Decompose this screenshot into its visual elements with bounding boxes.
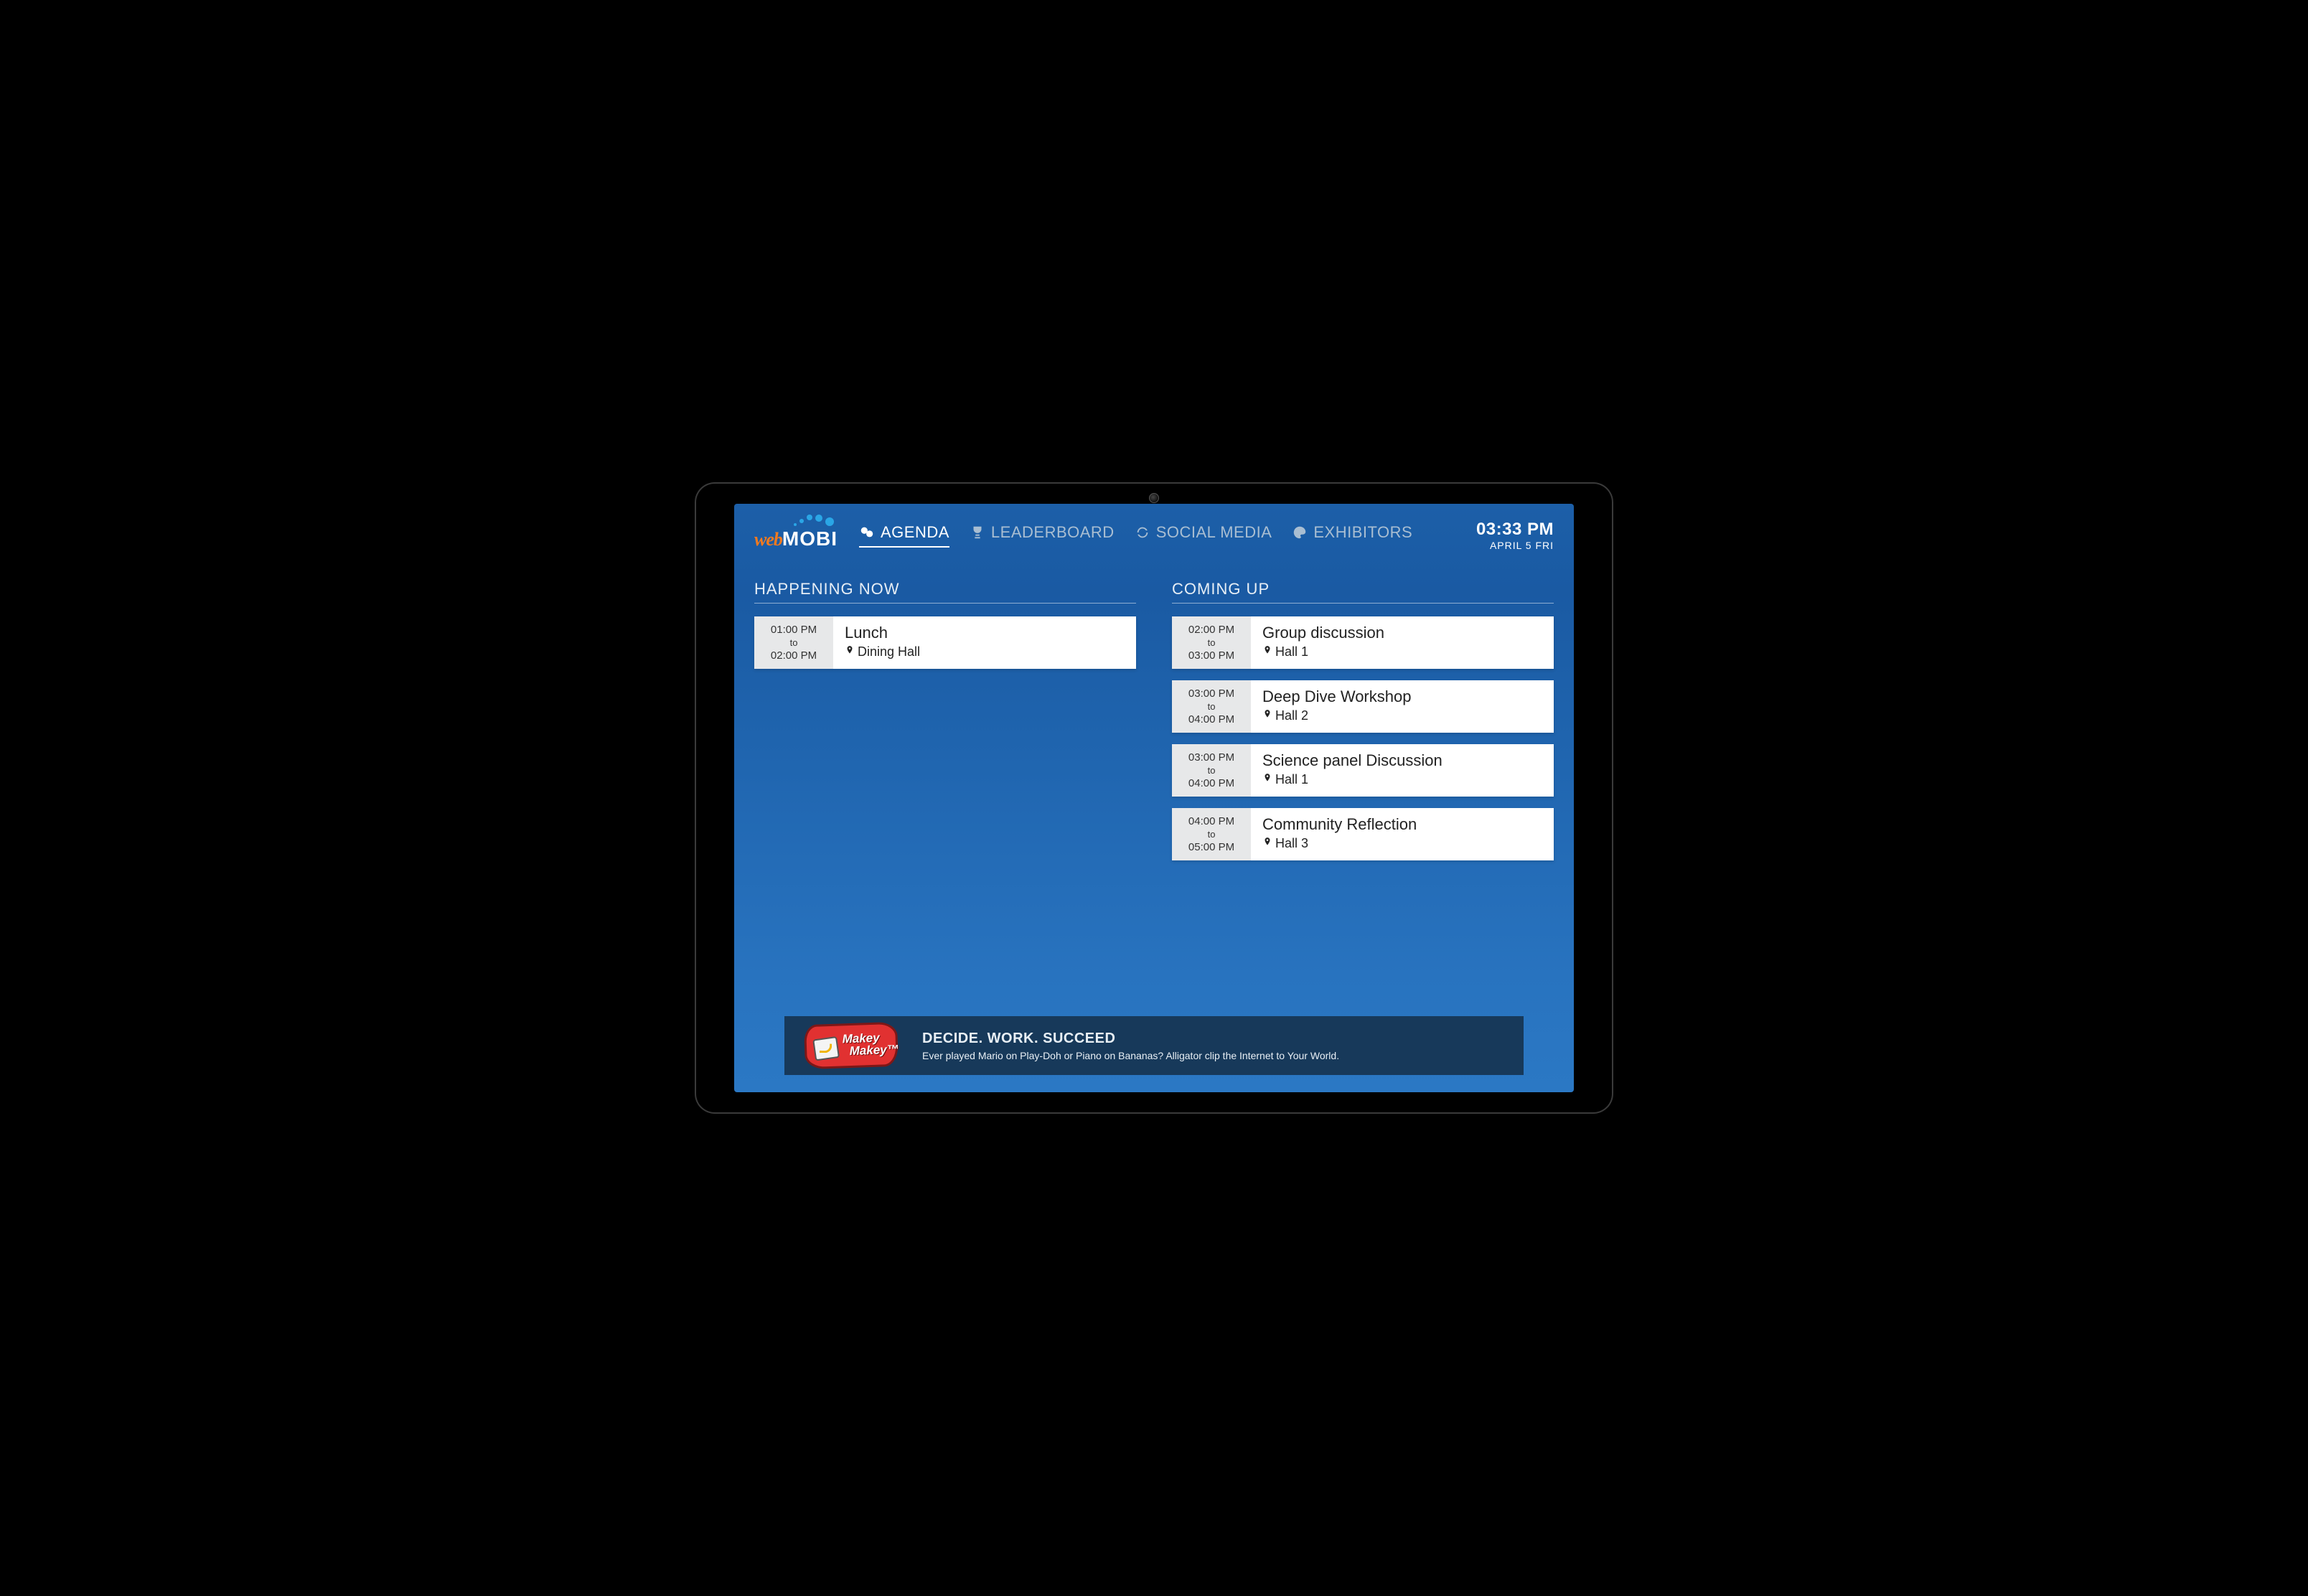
main-content: HAPPENING NOW 01:00 PM to 02:00 PM Lunch (734, 558, 1574, 1009)
tab-label: LEADERBOARD (991, 523, 1115, 542)
sponsor-banner[interactable]: Makey Makey™ DECIDE. WORK. SUCCEED Ever … (784, 1016, 1524, 1075)
event-location: Hall 1 (1262, 644, 1542, 660)
tab-label: SOCIAL MEDIA (1156, 523, 1272, 542)
event-start: 03:00 PM (1188, 751, 1234, 764)
section-title-upcoming: COMING UP (1172, 580, 1554, 604)
logo-part-web: web (754, 529, 782, 550)
main-nav: AGENDA LEADERBOARD SOCIAL MEDIA (859, 523, 1412, 548)
sponsor-text: DECIDE. WORK. SUCCEED Ever played Mario … (922, 1031, 1339, 1061)
clock: 03:33 PM APRIL 5 FRI (1476, 520, 1554, 551)
event-time: 04:00 PM to 05:00 PM (1172, 808, 1251, 860)
tab-social-media[interactable]: SOCIAL MEDIA (1135, 523, 1272, 548)
event-card[interactable]: 03:00 PM to 04:00 PM Science panel Discu… (1172, 744, 1554, 797)
event-title: Science panel Discussion (1262, 751, 1542, 770)
event-body: Science panel Discussion Hall 1 (1251, 744, 1554, 797)
clock-date: APRIL 5 FRI (1476, 540, 1554, 551)
event-to: to (1208, 637, 1216, 648)
tab-label: AGENDA (881, 523, 949, 542)
event-start: 04:00 PM (1188, 815, 1234, 827)
event-card[interactable]: 03:00 PM to 04:00 PM Deep Dive Workshop … (1172, 680, 1554, 733)
event-start: 02:00 PM (1188, 624, 1234, 636)
event-body: Lunch Dining Hall (833, 616, 1136, 669)
section-title-now: HAPPENING NOW (754, 580, 1136, 604)
tab-leaderboard[interactable]: LEADERBOARD (970, 523, 1115, 548)
refresh-icon (1135, 525, 1150, 540)
event-time: 03:00 PM to 04:00 PM (1172, 744, 1251, 797)
event-to: to (1208, 701, 1216, 712)
clock-time: 03:33 PM (1476, 520, 1554, 540)
event-title: Deep Dive Workshop (1262, 687, 1542, 706)
event-card[interactable]: 02:00 PM to 03:00 PM Group discussion Ha… (1172, 616, 1554, 669)
column-coming-up: COMING UP 02:00 PM to 03:00 PM Group dis… (1172, 580, 1554, 1002)
event-title: Group discussion (1262, 624, 1542, 642)
event-end: 05:00 PM (1188, 841, 1234, 853)
event-location: Hall 3 (1262, 835, 1542, 852)
location-pin-icon (1262, 835, 1272, 852)
sponsor-logo-line2: Makey (849, 1043, 887, 1058)
event-body: Deep Dive Workshop Hall 2 (1251, 680, 1554, 733)
tab-label: EXHIBITORS (1313, 523, 1412, 542)
app-header: web MOBI AGENDA LEADERBOARD (734, 504, 1574, 558)
tab-agenda[interactable]: AGENDA (859, 523, 949, 548)
event-body: Group discussion Hall 1 (1251, 616, 1554, 669)
event-time: 03:00 PM to 04:00 PM (1172, 680, 1251, 733)
now-events-list: 01:00 PM to 02:00 PM Lunch Dining Hall (754, 616, 1136, 669)
column-happening-now: HAPPENING NOW 01:00 PM to 02:00 PM Lunch (754, 580, 1136, 1002)
location-pin-icon (1262, 771, 1272, 788)
event-title: Lunch (845, 624, 1125, 642)
sponsor-logo: Makey Makey™ (804, 1023, 898, 1068)
sponsor-title: DECIDE. WORK. SUCCEED (922, 1031, 1339, 1047)
trophy-icon (970, 525, 985, 540)
event-location-text: Hall 3 (1275, 836, 1308, 851)
sponsor-subtitle: Ever played Mario on Play-Doh or Piano o… (922, 1050, 1339, 1061)
event-start: 03:00 PM (1188, 687, 1234, 700)
event-location: Hall 2 (1262, 708, 1542, 724)
app-logo: web MOBI (754, 520, 838, 550)
app-screen: web MOBI AGENDA LEADERBOARD (734, 504, 1574, 1092)
tab-exhibitors[interactable]: EXHIBITORS (1292, 523, 1412, 548)
event-time: 01:00 PM to 02:00 PM (754, 616, 833, 669)
tablet-frame: web MOBI AGENDA LEADERBOARD (695, 482, 1613, 1114)
event-location-text: Hall 1 (1275, 772, 1308, 787)
palette-icon (1292, 525, 1308, 540)
event-location-text: Hall 2 (1275, 708, 1308, 723)
event-end: 04:00 PM (1188, 713, 1234, 726)
event-end: 04:00 PM (1188, 777, 1234, 789)
event-card[interactable]: 04:00 PM to 05:00 PM Community Reflectio… (1172, 808, 1554, 860)
chat-icon (859, 525, 875, 540)
event-end: 02:00 PM (771, 649, 817, 662)
location-pin-icon (1262, 644, 1272, 660)
event-end: 03:00 PM (1188, 649, 1234, 662)
event-to: to (1208, 829, 1216, 840)
location-pin-icon (1262, 708, 1272, 724)
event-card[interactable]: 01:00 PM to 02:00 PM Lunch Dining Hall (754, 616, 1136, 669)
tablet-camera (1149, 493, 1159, 503)
event-location: Hall 1 (1262, 771, 1542, 788)
event-body: Community Reflection Hall 3 (1251, 808, 1554, 860)
event-location-text: Dining Hall (858, 644, 920, 659)
event-to: to (790, 637, 798, 648)
event-start: 01:00 PM (771, 624, 817, 636)
location-pin-icon (845, 644, 855, 660)
event-title: Community Reflection (1262, 815, 1542, 834)
upcoming-events-list: 02:00 PM to 03:00 PM Group discussion Ha… (1172, 616, 1554, 860)
logo-dots-icon (794, 515, 834, 532)
event-to: to (1208, 765, 1216, 776)
event-location-text: Hall 1 (1275, 644, 1308, 659)
event-time: 02:00 PM to 03:00 PM (1172, 616, 1251, 669)
event-location: Dining Hall (845, 644, 1125, 660)
